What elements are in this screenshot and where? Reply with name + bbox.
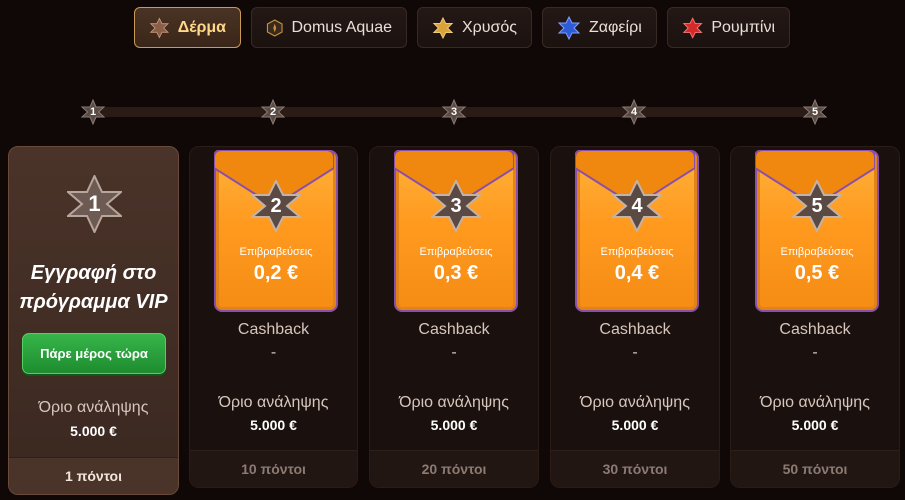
level-card-4: 4 Επιβραβεύσεις 0,4 € Cashback - Όριο αν… [550, 146, 720, 488]
tab-leather[interactable]: Δέρμα [134, 7, 241, 48]
rewards-value: 0,2 € [253, 262, 299, 284]
cashback-label: Cashback [418, 321, 490, 338]
tab-ruby[interactable]: Ρουμπίνι [667, 7, 790, 48]
tab-label: Ζαφείρι [589, 18, 642, 36]
level-card-2: 2 Επιβραβεύσεις 0,2 € Cashback - Όριο αν… [189, 146, 358, 488]
rewards-value: 0,5 € [794, 262, 840, 284]
tab-label: Δέρμα [177, 18, 226, 36]
star-gold-icon [432, 16, 454, 39]
cashback-value: - [632, 344, 638, 361]
vip-signup-title: Εγγραφή στο πρόγραμμα VIP [19, 262, 168, 313]
withdrawal-limit-value: 5.000 € [791, 417, 839, 433]
level-node-3: 3 [441, 99, 467, 125]
tab-gold[interactable]: Χρυσός [417, 7, 532, 48]
tab-sapphire[interactable]: Ζαφείρι [542, 7, 657, 48]
level-node-5: 5 [802, 99, 828, 125]
points-required: 10 πόντοι [190, 450, 357, 487]
star-ruby-icon [682, 16, 703, 39]
star-sapphire-icon [557, 15, 581, 40]
rewards-label: Επιβραβεύσεις [780, 246, 854, 258]
level-badge: 5 [790, 178, 844, 234]
reward-envelope: 5 Επιβραβεύσεις 0,5 € [755, 150, 879, 312]
withdrawal-limit-label: Όριο ανάληψης [580, 394, 690, 411]
level-card-5: 5 Επιβραβεύσεις 0,5 € Cashback - Όριο αν… [730, 146, 900, 488]
cashback-value: - [812, 344, 818, 361]
cashback-value: - [270, 344, 277, 361]
tier-tabs: Δέρμα Domus Aquae Χρυσός Ζαφείρι Ρουμπίν… [134, 7, 790, 48]
level-node-1: 1 [80, 99, 106, 125]
level-badge: 4 [610, 178, 664, 234]
tab-label: Χρυσός [461, 18, 517, 36]
points-required: 1 πόντοι [9, 457, 178, 494]
level-node-2: 2 [260, 99, 286, 125]
tab-domus-aquae[interactable]: Domus Aquae [251, 7, 407, 48]
reward-envelope: 2 Επιβραβεύσεις 0,2 € [214, 150, 338, 312]
cashback-value: - [451, 344, 457, 361]
level-badge: 1 [65, 173, 124, 235]
withdrawal-limit-value: 5.000 € [70, 423, 117, 439]
rewards-label: Επιβραβεύσεις [600, 246, 674, 258]
withdrawal-limit-value: 5.000 € [250, 417, 297, 433]
withdrawal-limit-label: Όριο ανάληψης [399, 394, 509, 411]
points-required: 30 πόντοι [551, 450, 719, 487]
join-now-button[interactable]: Πάρε μέρος τώρα [22, 333, 166, 374]
points-required: 20 πόντοι [370, 450, 538, 487]
tab-label: Domus Aquae [291, 18, 392, 36]
withdrawal-limit-label: Όριο ανάληψης [760, 394, 870, 411]
reward-envelope: 3 Επιβραβεύσεις 0,3 € [394, 150, 518, 312]
reward-envelope: 4 Επιβραβεύσεις 0,4 € [575, 150, 699, 312]
hexagon-badge-icon [266, 18, 283, 37]
star-leather-icon [149, 17, 170, 38]
rewards-label: Επιβραβεύσεις [239, 246, 313, 258]
cashback-label: Cashback [599, 321, 671, 338]
withdrawal-limit-label: Όριο ανάληψης [38, 399, 149, 416]
points-required: 50 πόντοι [731, 450, 899, 487]
withdrawal-limit-label: Όριο ανάληψης [218, 394, 329, 411]
cashback-label: Cashback [779, 321, 851, 338]
rewards-label: Επιβραβεύσεις [419, 246, 493, 258]
level-node-4: 4 [621, 99, 647, 125]
level-badge: 3 [429, 178, 483, 234]
rewards-value: 0,3 € [433, 262, 479, 284]
level-badge: 2 [249, 178, 303, 234]
rewards-value: 0,4 € [614, 262, 660, 284]
withdrawal-limit-value: 5.000 € [430, 417, 478, 433]
withdrawal-limit-value: 5.000 € [611, 417, 659, 433]
level-card-1: 1 Εγγραφή στο πρόγραμμα VIP Πάρε μέρος τ… [8, 146, 179, 495]
cashback-label: Cashback [237, 321, 310, 338]
tab-label: Ρουμπίνι [711, 18, 775, 36]
level-card-3: 3 Επιβραβεύσεις 0,3 € Cashback - Όριο αν… [369, 146, 539, 488]
